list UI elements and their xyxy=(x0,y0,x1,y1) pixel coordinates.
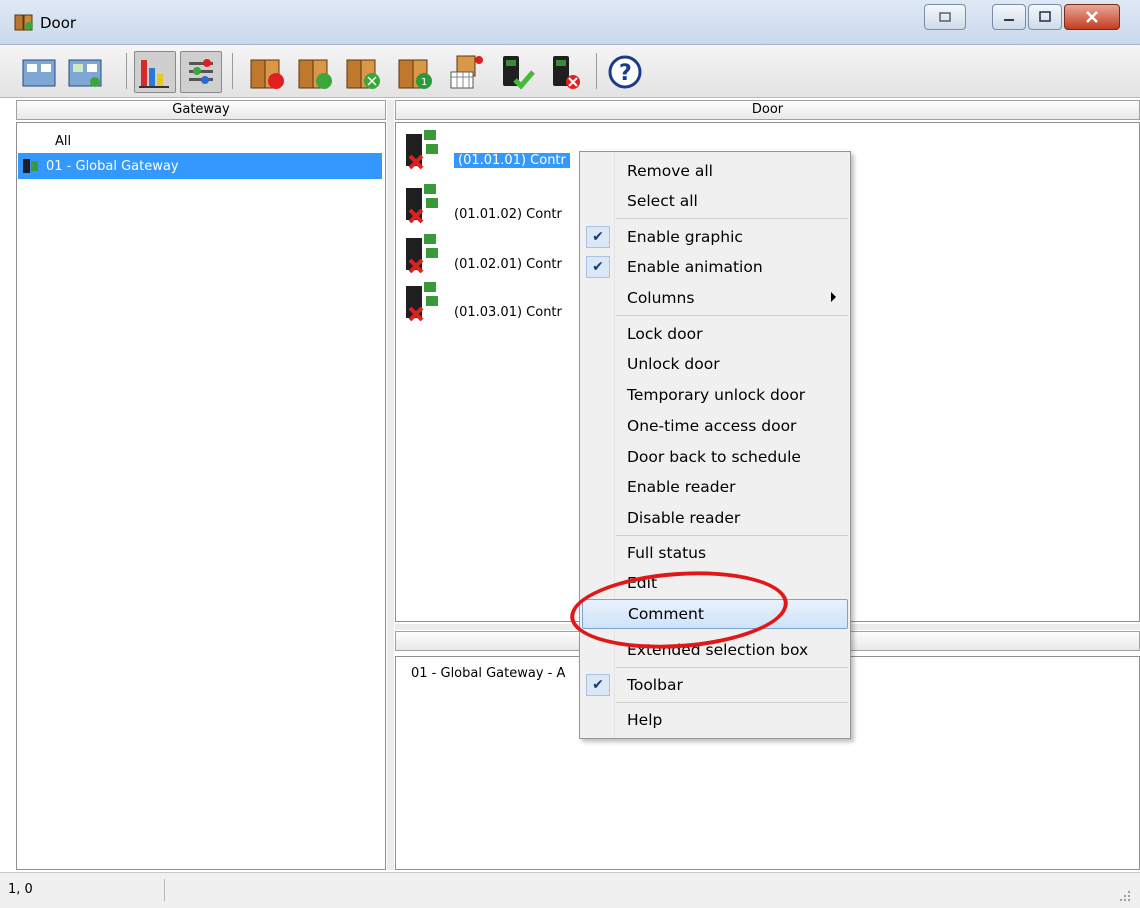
svg-text:1: 1 xyxy=(421,77,427,88)
window-title: Door xyxy=(40,14,77,32)
door-list-item[interactable]: (01.02.01) Contr xyxy=(402,232,572,276)
menu-item-label: Disable reader xyxy=(627,509,741,527)
menu-separator xyxy=(616,218,848,219)
schedule-icon[interactable] xyxy=(446,51,488,93)
door-list-item-label: (01.02.01) Contr xyxy=(454,257,562,272)
context-menu: Remove all Select all ✔ Enable graphic ✔ E… xyxy=(579,151,851,739)
menu-item-label: Select all xyxy=(627,192,698,210)
menu-separator xyxy=(616,315,848,316)
lower-pane-row[interactable]: 01 - Global Gateway - A xyxy=(411,666,565,681)
toolbar-separator xyxy=(596,53,597,89)
gateway-status-icon[interactable] xyxy=(64,51,106,93)
menu-separator xyxy=(616,667,848,668)
toolbar-separator xyxy=(232,53,233,89)
door-controller-offline-icon xyxy=(406,184,438,224)
gateway-list-item[interactable]: 01 - Global Gateway xyxy=(18,153,382,179)
resize-grip-icon[interactable] xyxy=(1118,889,1132,903)
menu-item-label: Enable animation xyxy=(627,258,763,276)
menu-item-temporary-unlock-door[interactable]: Temporary unlock door xyxy=(582,380,848,410)
menu-item-label: One-time access door xyxy=(627,417,797,435)
vertical-splitter[interactable] xyxy=(387,100,394,870)
gateway-header[interactable]: Gateway xyxy=(16,100,386,120)
submenu-arrow-icon xyxy=(831,292,836,302)
status-position: 1, 0 xyxy=(8,882,33,897)
signal-icon[interactable] xyxy=(180,51,222,93)
menu-item-label: Toolbar xyxy=(627,676,683,694)
svg-text:?: ? xyxy=(619,61,632,86)
menu-item-label: Enable reader xyxy=(627,478,736,496)
door-list-item-label: (01.01.02) Contr xyxy=(454,207,562,222)
menu-item-label: Help xyxy=(627,711,663,729)
menu-item-label: Lock door xyxy=(627,325,703,343)
menu-item-label: Full status xyxy=(627,544,707,562)
menu-item-label: Temporary unlock door xyxy=(627,386,806,404)
maximize-icon[interactable] xyxy=(1028,4,1062,30)
menu-item-unlock-door[interactable]: Unlock door xyxy=(582,349,848,379)
menu-item-one-time-access-door[interactable]: One-time access door xyxy=(582,411,848,441)
door-list-item-label: (01.03.01) Contr xyxy=(454,305,562,320)
menu-item-full-status[interactable]: Full status xyxy=(582,538,848,568)
checkmark-icon: ✔ xyxy=(586,674,610,696)
reader-enable-icon[interactable] xyxy=(494,51,536,93)
reader-disable-icon[interactable] xyxy=(544,51,586,93)
menu-item-columns[interactable]: Columns xyxy=(582,283,848,313)
gateway-device-icon xyxy=(23,159,38,173)
gateway-icon[interactable] xyxy=(18,51,60,93)
menu-item-enable-reader[interactable]: Enable reader xyxy=(582,472,848,502)
bar-chart-icon[interactable] xyxy=(134,51,176,93)
menu-item-toolbar[interactable]: ✔ Toolbar xyxy=(582,670,848,700)
door-one-time-icon[interactable]: 1 xyxy=(394,51,436,93)
menu-item-enable-graphic[interactable]: ✔ Enable graphic xyxy=(582,222,848,252)
checkmark-icon: ✔ xyxy=(586,226,610,248)
door-controller-offline-icon xyxy=(406,130,438,170)
status-divider xyxy=(164,879,165,901)
menu-item-disable-reader[interactable]: Disable reader xyxy=(582,503,848,533)
door-controller-offline-icon xyxy=(406,282,438,322)
gateway-all-item[interactable]: All xyxy=(55,134,71,149)
menu-item-label: Unlock door xyxy=(627,355,720,373)
menu-item-lock-door[interactable]: Lock door xyxy=(582,319,848,349)
menu-item-label: Remove all xyxy=(627,162,713,180)
menu-item-label: Enable graphic xyxy=(627,228,743,246)
help-icon[interactable]: ? xyxy=(604,51,646,93)
minimize-icon[interactable] xyxy=(992,4,1026,30)
menu-separator xyxy=(616,535,848,536)
door-list-item[interactable]: (01.01.02) Contr xyxy=(402,182,572,226)
checkmark-icon: ✔ xyxy=(586,256,610,278)
title-bar: Door xyxy=(0,0,1140,45)
menu-item-select-all[interactable]: Select all xyxy=(582,186,848,216)
menu-separator xyxy=(616,702,848,703)
gateway-list xyxy=(16,122,386,870)
menu-item-label: Columns xyxy=(627,289,695,307)
door-lock-icon[interactable] xyxy=(246,51,288,93)
menu-item-label: Door back to schedule xyxy=(627,448,801,466)
gateway-list-item-label: 01 - Global Gateway xyxy=(46,158,179,174)
status-bar: 1, 0 xyxy=(0,872,1140,908)
restore-icon[interactable] xyxy=(924,4,966,30)
menu-item-help[interactable]: Help xyxy=(582,705,848,735)
menu-item-enable-animation[interactable]: ✔ Enable animation xyxy=(582,252,848,282)
close-icon[interactable] xyxy=(1064,4,1120,30)
door-list-item[interactable]: (01.01.01) Contr xyxy=(402,128,572,172)
menu-item-door-back-to-schedule[interactable]: Door back to schedule xyxy=(582,442,848,472)
toolbar-separator xyxy=(126,53,127,89)
toolbar: 1 ? xyxy=(0,45,1140,98)
door-list-item-label: (01.01.01) Contr xyxy=(454,153,570,168)
door-list-item[interactable]: (01.03.01) Contr xyxy=(402,280,572,324)
door-controller-offline-icon xyxy=(406,234,438,274)
door-app-icon xyxy=(14,14,33,31)
door-unlock-icon[interactable] xyxy=(294,51,336,93)
door-temp-unlock-icon[interactable] xyxy=(342,51,384,93)
menu-item-remove-all[interactable]: Remove all xyxy=(582,156,848,186)
door-header[interactable]: Door xyxy=(395,100,1140,120)
